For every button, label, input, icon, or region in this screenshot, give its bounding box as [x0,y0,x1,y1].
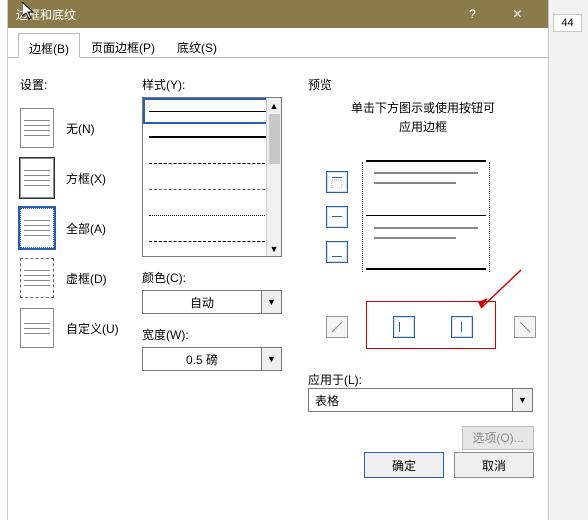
tab-shading[interactable]: 底纹(S) [166,32,228,57]
dialog-body: 设置: 无(N) 方框(X) 全部(A) 虚框(D) [8,58,548,488]
tab-border[interactable]: 边框(B) [18,33,80,58]
red-arrow-icon [476,268,526,313]
settings-column: 设置: 无(N) 方框(X) 全部(A) 虚框(D) [20,76,132,353]
color-combo[interactable]: 自动 ▼ [142,290,282,314]
border-top-button[interactable] [326,171,348,193]
style-scrollbar[interactable]: ▲ ▼ [266,98,281,256]
scroll-thumb[interactable] [269,114,280,164]
dialog-button-row: 确定 取消 [364,452,534,478]
apply-to-combo[interactable]: 表格 ▼ [308,388,533,412]
border-top-icon [331,176,343,188]
settings-label: 设置: [20,76,132,93]
scroll-down-icon[interactable]: ▼ [267,241,281,256]
style-column: 样式(Y): ▲ ▼ 颜色(C): 自动 ▼ 宽度(W): 0.5 磅 [142,76,297,371]
setting-none-icon [20,108,54,148]
setting-all[interactable]: 全部(A) [20,203,132,253]
tab-page-border-label: 页面边框(P) [91,41,155,55]
apply-to-value: 表格 [309,392,512,409]
setting-box-label: 方框(X) [66,170,106,187]
titlebar: 边框和底纹 ? ✕ [8,0,548,28]
style-option-5[interactable] [143,202,281,228]
color-label: 颜色(C): [142,269,297,286]
help-button[interactable]: ? [450,0,495,28]
dialog-title: 边框和底纹 [16,6,450,23]
tab-strip: 边框(B) 页面边框(P) 底纹(S) [8,28,548,58]
ok-button[interactable]: 确定 [364,452,444,478]
style-listbox[interactable]: ▲ ▼ [142,97,282,257]
setting-custom-label: 自定义(U) [66,320,119,337]
preview-diagram[interactable] [366,160,486,270]
border-bottom-icon [331,246,343,258]
apply-to-group: 应用于(L): 表格 ▼ [308,371,538,412]
style-label: 样式(Y): [142,76,297,93]
left-gutter [0,0,8,520]
diag2-icon [519,321,531,333]
tab-border-label: 边框(B) [29,42,69,56]
width-dropdown-icon: ▼ [261,348,281,370]
style-option-1[interactable] [143,98,281,124]
setting-box-icon [20,158,54,198]
style-option-2[interactable] [143,124,281,150]
border-hmid-button[interactable] [326,206,348,228]
close-icon: ✕ [512,7,522,21]
setting-none[interactable]: 无(N) [20,103,132,153]
setting-grid-label: 虚框(D) [66,270,107,287]
style-option-3[interactable] [143,150,281,176]
width-combo[interactable]: 0.5 磅 ▼ [142,347,282,371]
right-ruler: 44 [548,0,588,520]
border-diag1-button[interactable] [326,316,348,338]
width-value: 0.5 磅 [143,351,261,368]
tab-shading-label: 底纹(S) [177,41,217,55]
setting-grid-icon [20,258,54,298]
diag1-icon [331,321,343,333]
ruler-number: 44 [553,14,582,32]
preview-hint-line2: 应用边框 [399,120,447,134]
close-button[interactable]: ✕ [495,0,540,28]
setting-custom-icon [20,308,54,348]
color-dropdown-icon: ▼ [261,291,281,313]
setting-all-label: 全部(A) [66,220,106,237]
border-diag2-button[interactable] [514,316,536,338]
help-icon: ? [469,7,476,21]
preview-label: 预览 [308,76,538,93]
color-value: 自动 [143,294,261,311]
setting-all-icon [20,208,54,248]
border-bottom-button[interactable] [326,241,348,263]
cancel-label: 取消 [482,457,506,474]
ok-label: 确定 [392,457,416,474]
preview-hint-line1: 单击下方图示或使用按钮可 [351,101,495,115]
border-hmid-icon [331,211,343,223]
setting-custom[interactable]: 自定义(U) [20,303,132,353]
width-label: 宽度(W): [142,326,297,343]
options-button: 选项(O)... [462,426,534,450]
style-option-4[interactable] [143,176,281,202]
tab-page-border[interactable]: 页面边框(P) [80,32,166,57]
apply-to-label: 应用于(L): [308,371,538,388]
options-label: 选项(O)... [472,431,523,445]
preview-hint: 单击下方图示或使用按钮可 应用边框 [308,99,538,137]
style-option-6[interactable] [143,228,281,254]
setting-none-label: 无(N) [66,120,95,137]
cancel-button[interactable]: 取消 [454,452,534,478]
setting-grid[interactable]: 虚框(D) [20,253,132,303]
preview-column: 预览 单击下方图示或使用按钮可 应用边框 [308,76,538,147]
scroll-up-icon[interactable]: ▲ [267,98,281,113]
apply-to-dropdown-icon: ▼ [512,389,532,411]
setting-box[interactable]: 方框(X) [20,153,132,203]
